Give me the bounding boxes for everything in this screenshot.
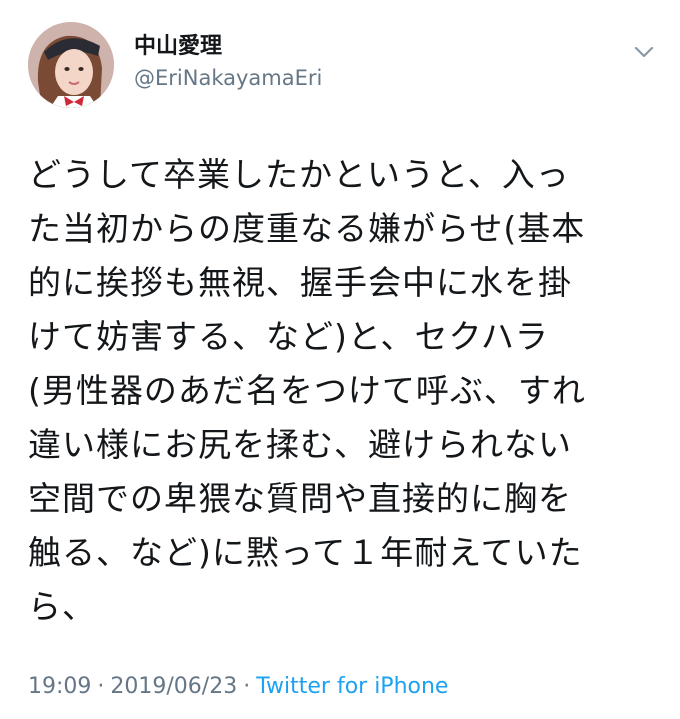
tweet-card: 中山愛理 @EriNakayamaEri どうして卒業したかというと、入っ た当… [0, 0, 680, 719]
meta-separator: · [243, 674, 251, 699]
tweet-meta: 19:09 · 2019/06/23 · Twitter for iPhone [28, 676, 448, 698]
avatar-photo [28, 22, 114, 108]
tweet-time[interactable]: 19:09 [28, 674, 91, 699]
tweet-text-line: どうして卒業したかというと、入っ [28, 155, 570, 194]
tweet-text-line: けて妨害する、など)と、セクハラ [28, 317, 549, 356]
chevron-down-icon[interactable] [630, 42, 658, 62]
tweet-text-line: 違い様にお尻を揉む、避けられない [28, 425, 572, 464]
tweet-text-line: 的に挨拶も無視、握手会中に水を掛 [28, 263, 572, 302]
tweet-text-line: ら、 [28, 587, 96, 626]
author-handle[interactable]: @EriNakayamaEri [134, 68, 322, 89]
avatar[interactable] [28, 22, 114, 108]
author-display-name[interactable]: 中山愛理 [134, 36, 222, 58]
tweet-date[interactable]: 2019/06/23 [110, 674, 237, 699]
tweet-text-line: 触る、など)に黙って１年耐えていた [28, 533, 583, 572]
tweet-text-line: た当初からの度重なる嫌がらせ(基本 [28, 209, 586, 248]
meta-separator: · [97, 674, 105, 699]
tweet-text-line: 空間での卑猥な質問や直接的に胸を [28, 479, 572, 518]
tweet-text-line: (男性器のあだ名をつけて呼ぶ、すれ [28, 371, 586, 410]
tweet-text: どうして卒業したかというと、入っ た当初からの度重なる嫌がらせ(基本 的に挨拶も… [28, 148, 658, 634]
tweet-source-link[interactable]: Twitter for iPhone [256, 674, 448, 699]
